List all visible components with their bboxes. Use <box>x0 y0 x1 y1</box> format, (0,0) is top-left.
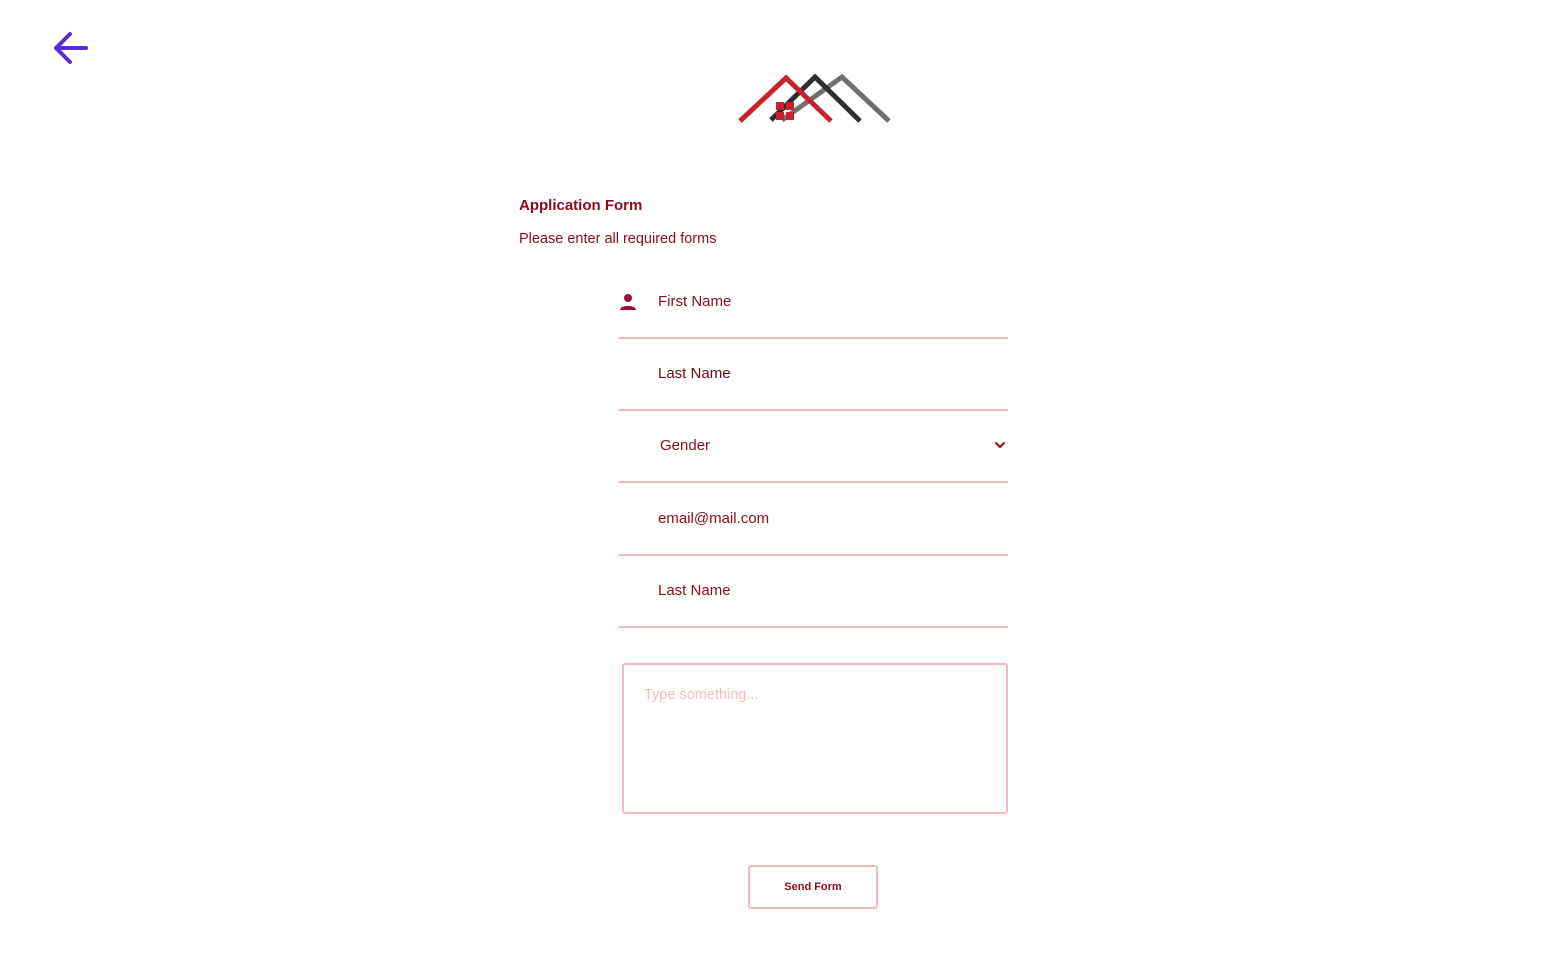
last-name-value: Last Name <box>658 365 731 382</box>
person-icon <box>620 294 636 310</box>
message-textarea[interactable]: Type something... <box>622 663 1008 814</box>
first-name-field[interactable]: First Name <box>619 291 1008 339</box>
last-name-field-2[interactable]: Last Name <box>619 580 1008 628</box>
message-placeholder: Type something... <box>644 687 759 703</box>
email-field[interactable]: email@mail.com <box>619 508 1008 556</box>
email-placeholder: email@mail.com <box>658 510 770 527</box>
house-roofs-logo <box>737 73 892 124</box>
last-name-field[interactable]: Last Name <box>619 363 1008 411</box>
first-name-placeholder: First Name <box>658 293 732 310</box>
back-button[interactable] <box>50 30 90 68</box>
gender-selected: Gender <box>660 437 711 454</box>
last-name-2-placeholder: Last Name <box>658 582 731 599</box>
gender-select[interactable]: Gender <box>619 435 1008 483</box>
form-title: Application Form <box>519 197 643 214</box>
arrow-left-icon <box>54 32 88 64</box>
application-page: Application Form Please enter all requir… <box>0 0 1549 964</box>
form-header: Application Form Please enter all requir… <box>519 197 716 247</box>
send-form-button[interactable]: Send Form <box>748 865 878 909</box>
form-subtitle: Please enter all required forms <box>519 231 717 247</box>
chevron-down-icon <box>995 442 1005 448</box>
